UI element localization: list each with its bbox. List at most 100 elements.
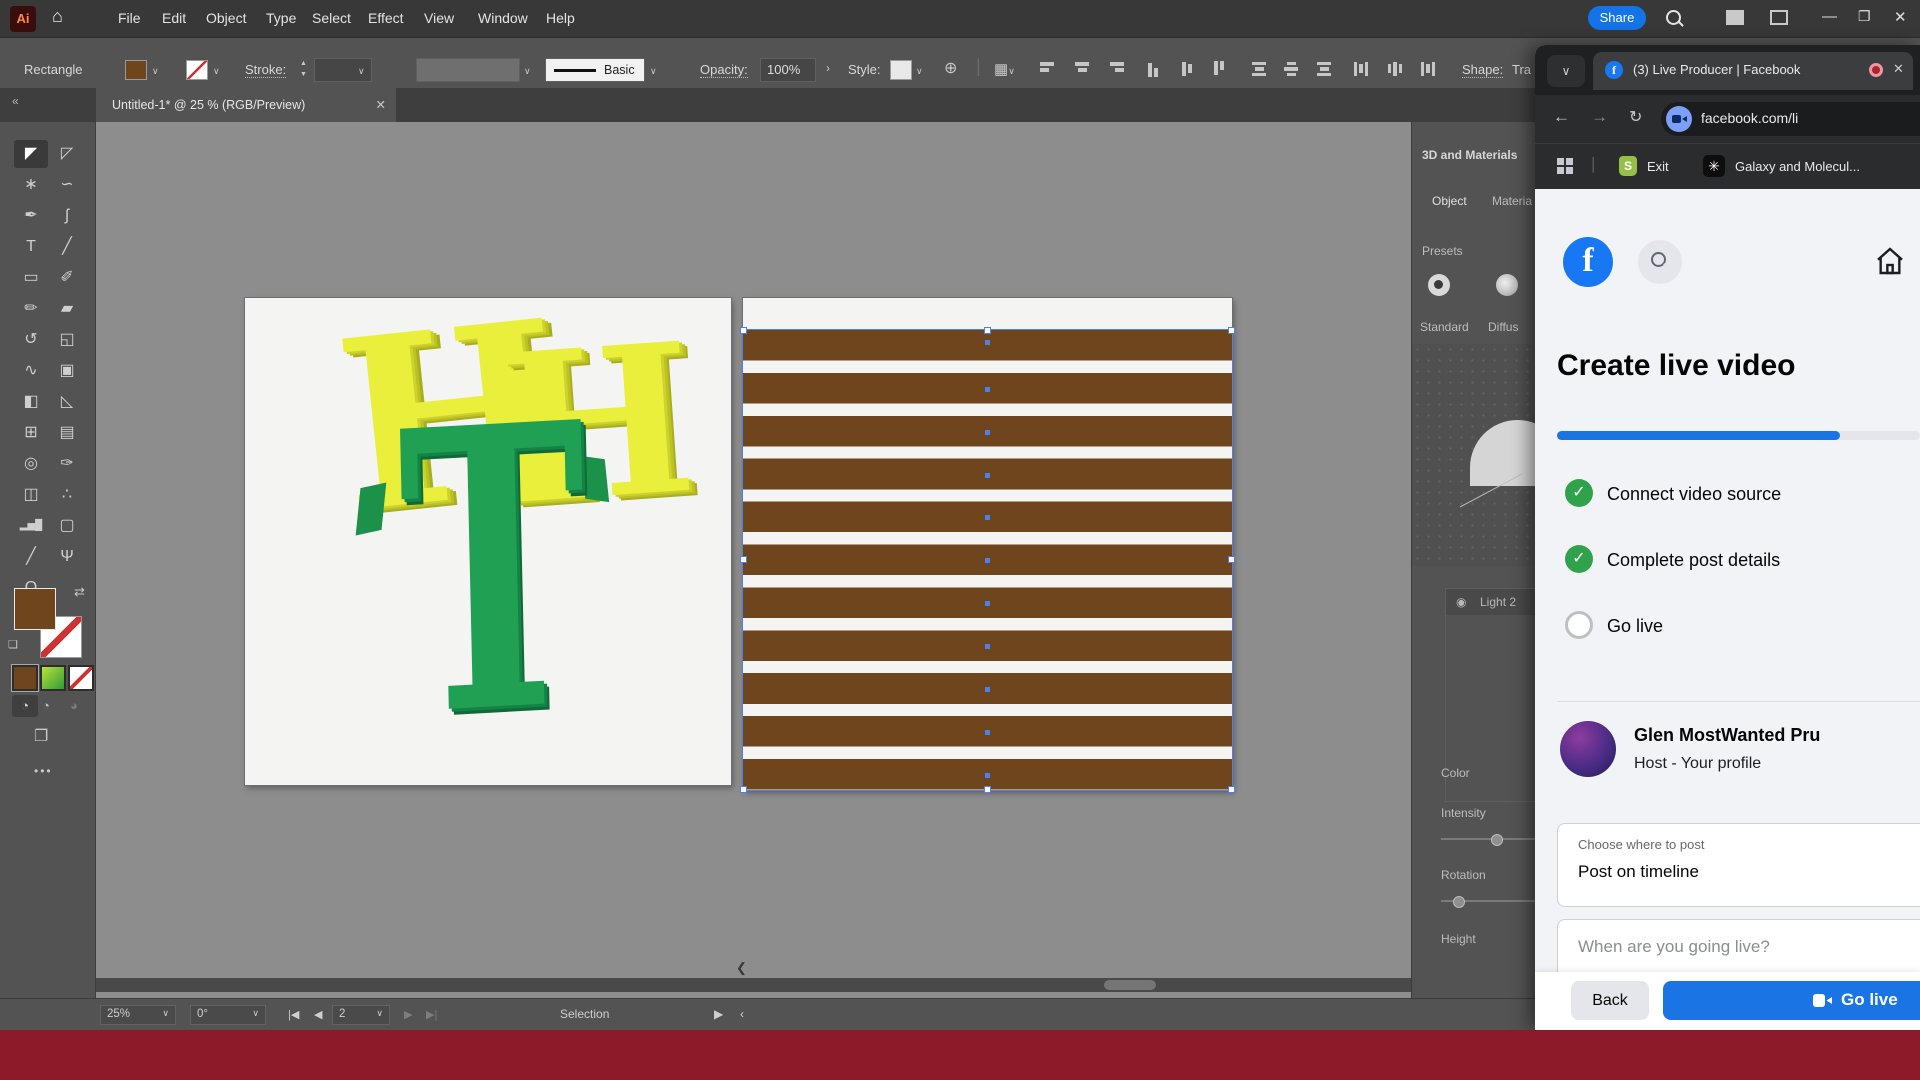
align-top-icon[interactable]: [1148, 61, 1162, 77]
forward-icon[interactable]: →: [1591, 107, 1608, 127]
distribute-bottom-icon[interactable]: [1316, 62, 1332, 76]
reload-icon[interactable]: ↻: [1629, 107, 1642, 127]
close-tab-icon[interactable]: ✕: [1893, 61, 1904, 77]
workspace-icon[interactable]: [1726, 10, 1744, 25]
tab-material[interactable]: Materia: [1492, 194, 1532, 208]
draw-normal-icon[interactable]: ◔: [12, 695, 38, 717]
selection-handle-right-mid[interactable]: [1228, 556, 1235, 563]
anchor-point[interactable]: [985, 730, 990, 735]
hand-tool[interactable]: Ψ: [50, 543, 84, 571]
width-tool[interactable]: ∿: [14, 357, 48, 385]
first-artboard-icon[interactable]: |◀: [288, 1008, 299, 1021]
fill-color-swatch[interactable]: [125, 60, 147, 80]
host-avatar[interactable]: [1560, 721, 1616, 777]
fill-proxy-swatch[interactable]: [14, 588, 56, 630]
facebook-search-button[interactable]: [1638, 240, 1682, 284]
maximize-button[interactable]: ❐: [1858, 8, 1871, 25]
align-center-icon[interactable]: [1074, 62, 1090, 76]
preset-diffuse-icon[interactable]: [1496, 274, 1518, 296]
gradient-tool[interactable]: ▤: [50, 419, 84, 447]
mesh-tool[interactable]: ⊞: [14, 419, 48, 447]
anchor-point[interactable]: [985, 644, 990, 649]
perspective-grid-tool[interactable]: ◺: [50, 388, 84, 416]
horizontal-scrollbar[interactable]: [96, 978, 1411, 992]
align-middle-icon[interactable]: [1182, 61, 1196, 77]
blend-tool[interactable]: ◎: [14, 450, 48, 478]
tab-object[interactable]: Object: [1432, 194, 1467, 208]
rectangle-tool[interactable]: ▭: [14, 264, 48, 292]
scroll-left-arrow-icon[interactable]: ❮: [736, 960, 747, 976]
stroke-label[interactable]: Stroke:: [245, 62, 286, 78]
rotate-tool[interactable]: ↺: [14, 326, 48, 354]
line-tool[interactable]: ╱: [50, 233, 84, 261]
artboard-1[interactable]: H H T: [245, 298, 731, 785]
apps-grid-icon[interactable]: [1557, 158, 1573, 174]
menu-view[interactable]: View: [424, 10, 454, 26]
status-play-icon[interactable]: ▶: [714, 1007, 723, 1021]
intensity-slider[interactable]: [1441, 838, 1537, 840]
menu-edit[interactable]: Edit: [162, 10, 186, 26]
fill-chevron-icon[interactable]: ∨: [152, 66, 159, 77]
opacity-field[interactable]: 100%: [760, 58, 816, 82]
anchor-point[interactable]: [985, 387, 990, 392]
rotation-slider[interactable]: [1441, 900, 1537, 902]
eyedropper-tool[interactable]: ✑: [50, 450, 84, 478]
document-tab[interactable]: Untitled-1* @ 25 % (RGB/Preview) ✕: [96, 88, 396, 122]
selection-handle-top-mid[interactable]: [984, 327, 991, 334]
eraser-tool[interactable]: ▰: [50, 295, 84, 323]
anchor-point[interactable]: [985, 430, 990, 435]
anchor-point[interactable]: [985, 601, 990, 606]
document-globe-icon[interactable]: ⊕: [944, 58, 957, 78]
align-bottom-icon[interactable]: [1214, 61, 1228, 77]
type-tool[interactable]: T: [14, 233, 48, 261]
menu-effect[interactable]: Effect: [368, 10, 404, 26]
brush-definition-field[interactable]: [416, 58, 520, 82]
selection-handle-bottom-right[interactable]: [1228, 786, 1235, 793]
pen-tool[interactable]: ✒: [14, 202, 48, 230]
distribute-horizontal-icon[interactable]: [1354, 61, 1368, 77]
selection-handle-bottom-mid[interactable]: [984, 786, 991, 793]
align-right-icon[interactable]: [1108, 62, 1124, 76]
preview-3d-area[interactable]: [1412, 344, 1537, 566]
style-swatch[interactable]: [890, 60, 912, 80]
zoom-level-select[interactable]: 25%∨: [100, 1005, 176, 1025]
menu-type[interactable]: Type: [266, 10, 296, 26]
brush-chevron-icon[interactable]: ∨: [524, 66, 531, 77]
anchor-point[interactable]: [985, 558, 990, 563]
back-button[interactable]: Back: [1571, 981, 1649, 1020]
artboard-number-select[interactable]: 2∨: [332, 1005, 390, 1025]
menu-select[interactable]: Select: [312, 10, 351, 26]
artboard-tool[interactable]: ▢: [50, 512, 84, 540]
pencil-tool[interactable]: ✏: [14, 295, 48, 323]
style-chevron-icon[interactable]: ∨: [916, 66, 923, 77]
green-serif-fragment-left[interactable]: [356, 483, 387, 536]
shape-label[interactable]: Shape:: [1462, 62, 1503, 78]
distribute-horizontal-right-icon[interactable]: [1421, 61, 1435, 77]
free-transform-tool[interactable]: ▣: [50, 357, 84, 385]
home-icon[interactable]: ⌂: [52, 6, 63, 27]
color-mode-icon[interactable]: [12, 665, 38, 691]
swap-fill-stroke-icon[interactable]: ⇄: [74, 584, 85, 600]
curvature-tool[interactable]: ʃ: [50, 202, 84, 230]
anchor-point[interactable]: [985, 687, 990, 692]
close-button[interactable]: ✕: [1894, 8, 1907, 26]
collapse-panel-icon[interactable]: «: [12, 94, 19, 108]
screen-mode-icon[interactable]: ❐: [34, 726, 48, 746]
rotation-select[interactable]: 0°∨: [190, 1005, 266, 1025]
tab-search-chevron-icon[interactable]: ∨: [1547, 55, 1585, 87]
direct-selection-tool[interactable]: ◸: [50, 140, 84, 168]
selection-handle-top-left[interactable]: [740, 327, 747, 334]
back-icon[interactable]: ←: [1553, 107, 1570, 127]
symbols-tool[interactable]: ◫: [14, 481, 48, 509]
more-tools-icon[interactable]: •••: [34, 764, 53, 778]
preset-standard-icon[interactable]: [1428, 274, 1450, 296]
bookmark-exit[interactable]: Exit: [1647, 159, 1669, 174]
rotation-slider-knob[interactable]: [1453, 896, 1465, 908]
menu-window[interactable]: Window: [478, 10, 528, 26]
close-document-icon[interactable]: ✕: [376, 88, 386, 122]
lasso-tool[interactable]: ∽: [50, 171, 84, 199]
selection-handle-bottom-left[interactable]: [740, 786, 747, 793]
magic-wand-tool[interactable]: ∗: [14, 171, 48, 199]
document-setup-icon[interactable]: ▦∨: [994, 60, 1015, 78]
stroke-stepper[interactable]: ▲▼: [300, 58, 307, 80]
